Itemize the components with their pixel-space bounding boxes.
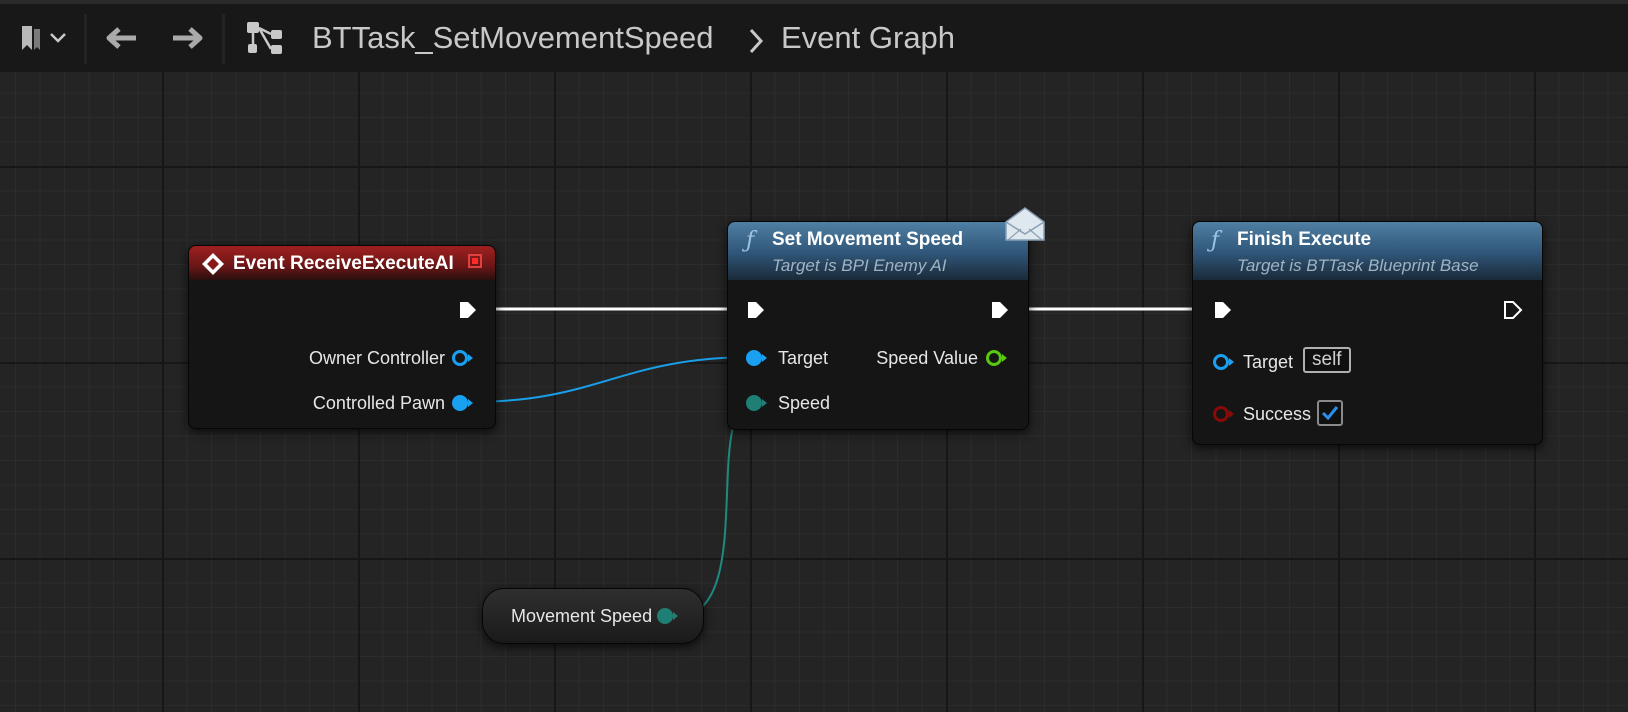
- breadcrumb-asset[interactable]: BTTask_SetMovementSpeed: [312, 18, 714, 58]
- exec-input-pin[interactable]: [746, 300, 766, 320]
- node-title: Finish Execute: [1237, 229, 1372, 250]
- owner-controller-pin[interactable]: [452, 349, 476, 367]
- bookmark-button[interactable]: [14, 18, 72, 58]
- message-envelope-icon: [1005, 207, 1045, 241]
- speed-value-pin[interactable]: [986, 349, 1010, 367]
- node-subtitle: Target is BPI Enemy AI: [772, 256, 947, 275]
- node-subtitle: Target is BTTask Blueprint Base: [1237, 256, 1479, 275]
- controlled-pawn-pin[interactable]: [452, 394, 476, 412]
- target-pin[interactable]: [746, 349, 770, 367]
- event-diamond-icon: [202, 253, 224, 275]
- breadcrumb-graph[interactable]: Event Graph: [781, 18, 955, 58]
- graph-hierarchy-button[interactable]: [242, 18, 288, 58]
- success-checkbox[interactable]: [1317, 400, 1343, 426]
- variable-label: Movement Speed: [511, 606, 653, 626]
- forward-button[interactable]: [165, 18, 211, 58]
- target-self-field[interactable]: self: [1303, 347, 1351, 373]
- set-movement-speed-node[interactable]: ƒ Set Movement Speed Target is BPI Enemy…: [727, 207, 1045, 430]
- pin-label-target: Target: [778, 348, 829, 368]
- target-pin[interactable]: [1213, 353, 1237, 371]
- graph-toolbar: BTTask_SetMovementSpeed Event Graph: [0, 0, 1628, 72]
- movement-speed-output-pin[interactable]: [657, 607, 681, 625]
- pin-label-speed: Speed: [778, 393, 831, 413]
- node-title: Set Movement Speed: [772, 229, 964, 250]
- toolbar-separator: [84, 14, 87, 64]
- node-title: Event ReceiveExecuteAI: [233, 253, 454, 274]
- exec-output-pin[interactable]: [990, 300, 1010, 320]
- back-arrow-icon: [106, 27, 136, 49]
- pin-label-speed-value: Speed Value: [876, 348, 978, 368]
- finish-execute-node[interactable]: ƒ Finish Execute Target is BTTask Bluepr…: [1192, 221, 1543, 445]
- function-icon: ƒ: [1211, 228, 1220, 253]
- pin-label-controlled-pawn: Controlled Pawn: [312, 393, 445, 413]
- toolbar-separator: [222, 14, 225, 64]
- exec-input-pin[interactable]: [1213, 300, 1233, 320]
- movement-speed-variable-node[interactable]: Movement Speed: [482, 588, 704, 644]
- pin-label-owner-controller: Owner Controller: [308, 348, 445, 368]
- exec-output-pin[interactable]: [458, 300, 478, 320]
- back-button[interactable]: [98, 18, 144, 58]
- event-receive-execute-ai-node[interactable]: Event ReceiveExecuteAI Owner Controller …: [188, 245, 496, 429]
- function-icon: ƒ: [746, 228, 755, 253]
- pin-label-success: Success: [1243, 404, 1312, 424]
- checkmark-icon: [1321, 406, 1339, 421]
- bookmark-icon: [22, 26, 40, 50]
- success-pin[interactable]: [1213, 405, 1237, 423]
- chevron-down-icon: [50, 33, 66, 43]
- breadcrumb-chevron-icon: [749, 28, 764, 54]
- graph-hierarchy-icon: [247, 22, 282, 54]
- forward-arrow-icon: [173, 27, 203, 49]
- pin-label-target: Target: [1243, 352, 1294, 372]
- exec-output-pin[interactable]: [1503, 300, 1523, 320]
- delegate-pin[interactable]: [468, 254, 482, 268]
- speed-pin[interactable]: [746, 394, 770, 412]
